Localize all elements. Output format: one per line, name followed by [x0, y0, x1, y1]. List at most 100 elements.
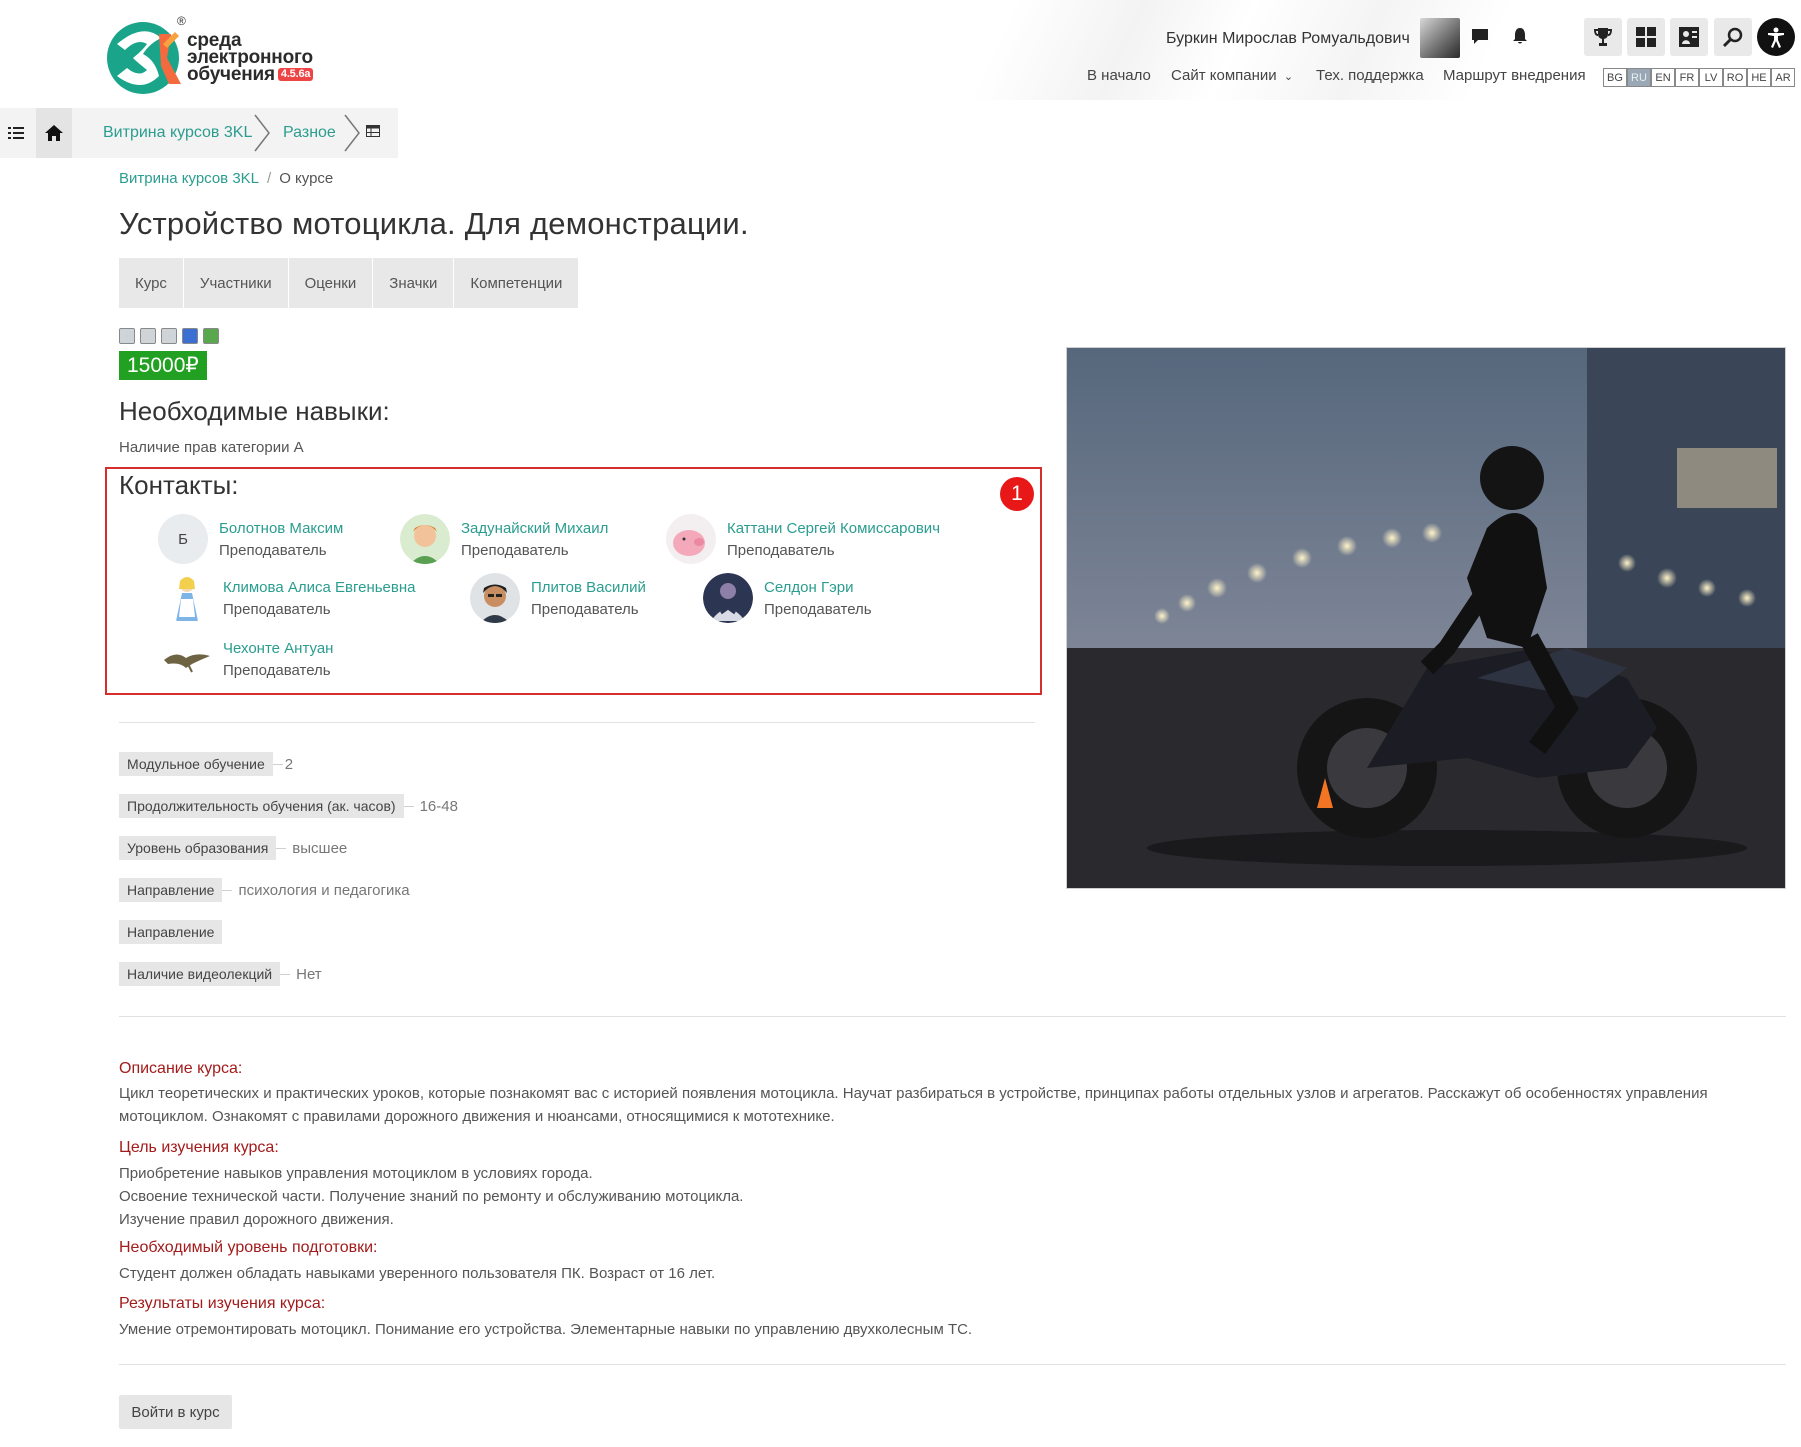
property-key: Направление — [119, 920, 223, 944]
contact-name[interactable]: Чехонте Антуан — [223, 638, 333, 660]
property-tick — [276, 847, 287, 849]
language-switcher: BG RU EN FR LV RO HE AR — [1603, 68, 1795, 87]
contacts-title: Контакты: — [119, 470, 239, 500]
property-key: Наличие видеолекций — [119, 962, 281, 986]
avatar-illustration — [470, 573, 520, 623]
logo[interactable]: ® среда электронного обучения 4.5.6a — [103, 14, 333, 100]
tab-course[interactable]: Курс — [119, 258, 184, 308]
breadcrumb-separator-icon — [344, 114, 360, 152]
avatar[interactable] — [470, 573, 520, 623]
user-name[interactable]: Буркин Мирослав Ромуальдович — [1166, 30, 1410, 48]
annotation-marker: 1 — [1000, 477, 1034, 511]
tab-participants[interactable]: Участники — [183, 258, 289, 308]
search-icon[interactable] — [1714, 18, 1752, 56]
breadcrumb: Витрина курсов 3KL / О курсе — [119, 170, 333, 187]
lang-ru[interactable]: RU — [1627, 68, 1651, 87]
lang-en[interactable]: EN — [1651, 68, 1675, 87]
avatar[interactable] — [162, 634, 212, 684]
logo-registered-mark: ® — [177, 14, 186, 28]
avatar-illustration — [176, 577, 198, 621]
divider — [119, 1364, 1786, 1365]
chat-icon[interactable] — [1466, 22, 1494, 50]
property-row: Модульное обучение 2 — [119, 752, 293, 776]
enter-course-button[interactable]: Войти в курс — [119, 1395, 232, 1429]
lang-fr[interactable]: FR — [1675, 68, 1699, 87]
contact-name[interactable]: Селдон Гэри — [764, 577, 872, 599]
breadcrumb-slash: / — [267, 170, 272, 187]
contact-name[interactable]: Задунайский Михаил — [461, 518, 608, 540]
table-icon[interactable] — [366, 124, 380, 141]
trophy-icon[interactable] — [1584, 18, 1622, 56]
contact-card: Чехонте Антуан Преподаватель — [162, 634, 333, 684]
breadcrumb-separator-icon — [254, 114, 270, 152]
contact-info: Климова Алиса Евгеньевна Преподаватель — [223, 573, 415, 621]
nav-home[interactable]: В начало — [1087, 67, 1151, 84]
nav-company-site[interactable]: Сайт компании ⌄ — [1171, 67, 1293, 84]
list-icon[interactable] — [0, 108, 32, 158]
bell-icon-glyph — [1513, 28, 1527, 44]
goal-title: Цель изучения курса: — [119, 1139, 279, 1156]
bell-icon[interactable] — [1506, 22, 1534, 50]
contact-name[interactable]: Болотнов Максим — [219, 518, 343, 540]
avatar[interactable] — [400, 514, 450, 564]
property-tick — [280, 973, 291, 975]
contact-name[interactable]: Климова Алиса Евгеньевна — [223, 577, 415, 599]
lang-ro[interactable]: RO — [1723, 68, 1747, 87]
property-key: Направление — [119, 878, 223, 902]
tab-competencies[interactable]: Компетенции — [454, 258, 580, 308]
avatar[interactable] — [703, 573, 753, 623]
breadcrumb-current: О курсе — [279, 170, 334, 187]
avatar[interactable]: Б — [158, 514, 208, 564]
contact-info: Задунайский Михаил Преподаватель — [461, 514, 608, 562]
property-row: Уровень образования высшее — [119, 836, 347, 860]
user-avatar[interactable] — [1420, 18, 1460, 58]
avatar[interactable] — [162, 573, 212, 623]
nav-company-site-label: Сайт компании — [1171, 67, 1277, 84]
portfolio-icon[interactable] — [1670, 18, 1708, 56]
avatar-illustration — [400, 514, 450, 564]
contact-info: Селдон Гэри Преподаватель — [764, 573, 872, 621]
home-icon-glyph — [45, 125, 63, 141]
camera-icon — [140, 328, 156, 344]
lang-lv[interactable]: LV — [1699, 68, 1723, 87]
page-title: Устройство мотоцикла. Для демонстрации. — [119, 206, 749, 241]
breadcrumb-misc[interactable]: Разное — [283, 124, 336, 142]
chevron-down-icon: ⌄ — [1283, 71, 1294, 83]
lang-ar[interactable]: AR — [1771, 68, 1795, 87]
person-icon — [119, 328, 135, 344]
property-tick — [222, 889, 233, 891]
contact-info: Плитов Василий Преподаватель — [531, 573, 646, 621]
property-value: психология и педагогика — [238, 881, 410, 899]
contact-card: Плитов Василий Преподаватель — [470, 573, 646, 623]
contact-card: Климова Алиса Евгеньевна Преподаватель — [162, 573, 415, 623]
property-key: Продолжительность обучения (ак. часов) — [119, 794, 404, 818]
lang-he[interactable]: HE — [1747, 68, 1771, 87]
property-row: Направление психология и педагогика — [119, 878, 410, 902]
list-icon-glyph — [8, 127, 24, 139]
dashboard-icon-glyph — [1636, 27, 1656, 47]
property-value: Нет — [296, 965, 322, 983]
goal-line: Освоение технической части. Получение зн… — [119, 1188, 744, 1205]
dashboard-icon[interactable] — [1627, 18, 1665, 56]
home-icon[interactable] — [36, 108, 72, 158]
nav-roadmap[interactable]: Маршрут внедрения — [1443, 67, 1586, 84]
contact-name[interactable]: Плитов Василий — [531, 577, 646, 599]
nav-support[interactable]: Тех. поддержка — [1316, 67, 1424, 84]
breadcrumb-showcase[interactable]: Витрина курсов 3KL — [103, 124, 252, 142]
property-tick — [272, 763, 283, 765]
contact-card: Б Болотнов Максим Преподаватель — [158, 514, 343, 564]
contact-name[interactable]: Каттани Сергей Комиссарович — [727, 518, 940, 540]
tab-badges[interactable]: Значки — [373, 258, 455, 308]
contact-info: Чехонте Антуан Преподаватель — [223, 634, 333, 682]
goal-line: Изучение правил дорожного движения. — [119, 1211, 394, 1228]
lang-bg[interactable]: BG — [1603, 68, 1627, 87]
avatar[interactable] — [666, 514, 716, 564]
accessibility-icon[interactable] — [1757, 18, 1795, 56]
breadcrumb-link[interactable]: Витрина курсов 3KL — [119, 170, 259, 187]
course-image — [1066, 347, 1786, 889]
description-title: Описание курса: — [119, 1060, 243, 1077]
certificate-icon — [203, 328, 219, 344]
tab-grades[interactable]: Оценки — [288, 258, 374, 308]
course-tabs: Курс Участники Оценки Значки Компетенции — [119, 258, 580, 308]
property-value: 2 — [284, 755, 294, 773]
